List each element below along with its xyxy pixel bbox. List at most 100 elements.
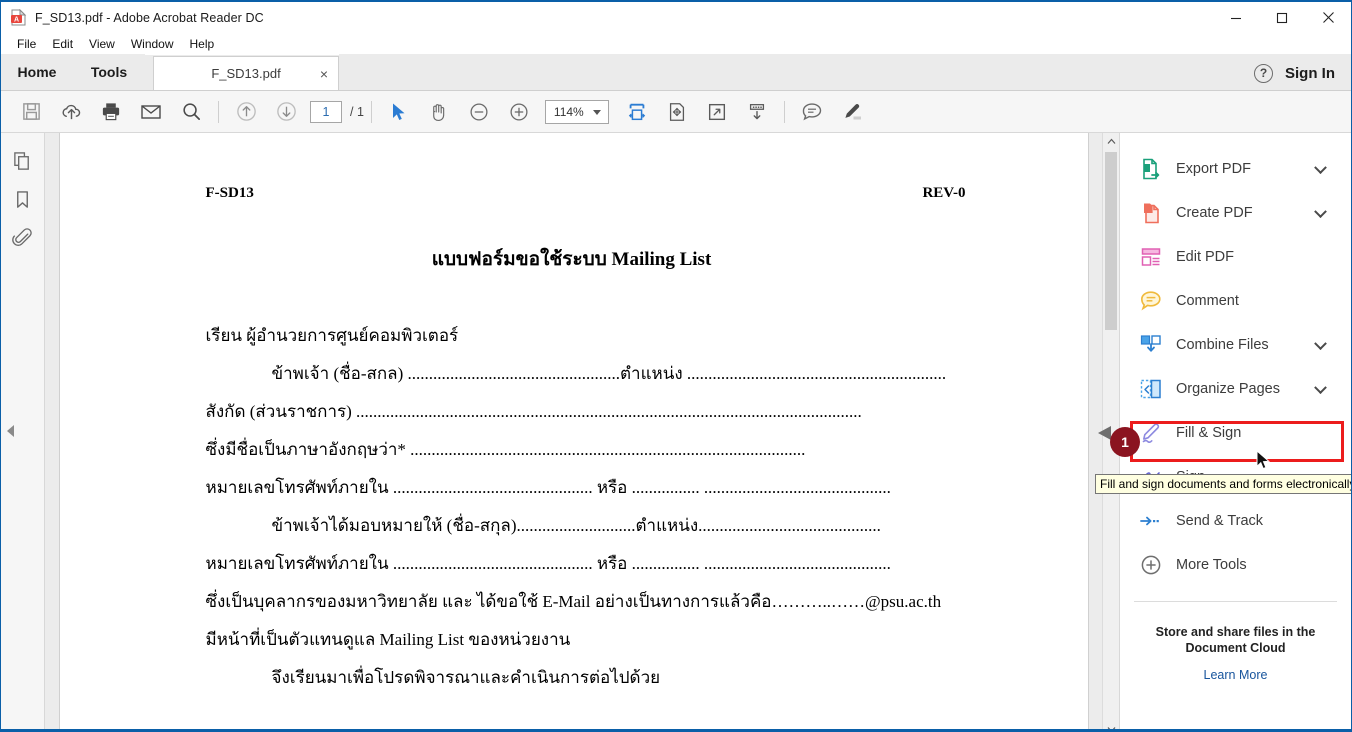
menu-help[interactable]: Help [182, 34, 223, 54]
mouse-cursor-icon [1256, 449, 1272, 477]
cloud-note-line-2: Document Cloud [1185, 641, 1286, 655]
main-toolbar: 1 / 1 114% [1, 91, 1351, 133]
chevron-down-icon[interactable] [1314, 161, 1327, 175]
page-number-input[interactable]: 1 [310, 100, 342, 123]
step-badge: 1 [1110, 427, 1140, 457]
page-thumbnails-icon[interactable] [8, 147, 38, 175]
toolbar-separator-3 [783, 100, 785, 123]
print-icon[interactable] [91, 94, 131, 130]
full-screen-icon[interactable] [697, 94, 737, 130]
tool-export-pdf[interactable]: Export PDF [1120, 147, 1351, 191]
window-controls [1213, 2, 1351, 33]
attachments-icon[interactable] [8, 223, 38, 251]
tool-label: Combine Files [1176, 337, 1269, 353]
pdf-file-icon: A [10, 8, 27, 26]
tooltip: Fill and sign documents and forms electr… [1095, 474, 1351, 494]
form-line: หมายเลขโทรศัพท์ภายใน ...................… [205, 478, 891, 497]
form-line: มีหน้าที่เป็นตัวแทนดูแล Mailing List ของ… [205, 630, 571, 649]
svg-text:A: A [14, 17, 19, 24]
tool-comment[interactable]: Comment [1120, 279, 1351, 323]
save-icon[interactable] [11, 94, 51, 130]
document-header-row: F-SD13 REV-0 [206, 185, 1028, 202]
tool-send-and-track[interactable]: Send & Track [1120, 499, 1351, 543]
upload-to-cloud-icon[interactable] [51, 94, 91, 130]
title-bar: A F_SD13.pdf - Adobe Acrobat Reader DC [1, 2, 1351, 33]
toolbar-separator-2 [370, 100, 372, 123]
tool-organize-pages[interactable]: Organize Pages [1120, 367, 1351, 411]
maximize-button[interactable] [1259, 2, 1305, 33]
tab-home[interactable]: Home [1, 54, 73, 90]
form-line: จึงเรียนมาเพื่อโปรดพิจารณาและคำเนินการต่… [271, 668, 661, 687]
document-view[interactable]: F-SD13 REV-0 แบบฟอร์มขอใช้ระบบ Mailing L… [45, 133, 1102, 729]
chevron-down-icon[interactable] [1314, 205, 1327, 219]
left-navigation-pane [1, 133, 45, 729]
menu-bar: File Edit View Window Help [1, 33, 1351, 55]
organize-pages-icon [1138, 376, 1164, 402]
hand-tool-icon[interactable] [419, 94, 459, 130]
menu-view[interactable]: View [81, 34, 123, 54]
document-salutation: เรียน ผู้อำนวยการศูนย์คอมพิวเตอร์ [205, 326, 459, 345]
select-cursor-icon[interactable] [379, 94, 419, 130]
tool-fill-and-sign[interactable]: Fill & Sign [1120, 411, 1351, 455]
menu-edit[interactable]: Edit [44, 34, 81, 54]
pdf-page: F-SD13 REV-0 แบบฟอร์มขอใช้ระบบ Mailing L… [59, 133, 1088, 729]
tool-edit-pdf[interactable]: Edit PDF [1120, 235, 1351, 279]
chevron-down-icon [592, 109, 601, 115]
search-icon[interactable] [171, 94, 211, 130]
tab-strip-filler [339, 54, 1351, 90]
tool-label: Create PDF [1176, 205, 1253, 221]
document-title: แบบฟอร์มขอใช้ระบบ Mailing List [431, 249, 712, 270]
menu-window[interactable]: Window [123, 34, 182, 54]
close-button[interactable] [1305, 2, 1351, 33]
tab-strip-right-actions: ? Sign In [1254, 55, 1351, 91]
form-line: ข้าพเจ้า (ชื่อ-สกล) ....................… [271, 364, 947, 383]
zoom-level-dropdown[interactable]: 114% [544, 99, 609, 124]
tool-label: Edit PDF [1176, 249, 1235, 265]
tool-more-tools[interactable]: More Tools [1120, 543, 1351, 587]
close-icon[interactable]: × [320, 67, 328, 81]
bookmarks-icon[interactable] [8, 185, 38, 213]
learn-more-link[interactable]: Learn More [1120, 668, 1351, 682]
document-cloud-note: Store and share files in the Document Cl… [1120, 624, 1351, 656]
scroll-mode-icon[interactable] [737, 94, 777, 130]
create-pdf-icon [1138, 200, 1164, 226]
tool-combine-files[interactable]: Combine Files [1120, 323, 1351, 367]
right-tools-panel: Export PDF Create PDF Edit PDF Comment C… [1119, 133, 1351, 729]
export-pdf-icon [1138, 156, 1164, 182]
chevron-down-icon[interactable] [1314, 381, 1327, 395]
zoom-in-icon[interactable] [499, 94, 539, 130]
zoom-level-value: 114% [553, 104, 584, 119]
highlighter-pen-icon[interactable] [832, 94, 872, 130]
zoom-out-icon[interactable] [459, 94, 499, 130]
fill-and-sign-icon [1138, 420, 1164, 446]
scroll-up-arrow-icon[interactable] [1103, 133, 1119, 150]
panel-divider [1134, 601, 1337, 602]
main-body: F-SD13 REV-0 แบบฟอร์มขอใช้ระบบ Mailing L… [1, 133, 1351, 729]
next-page-icon[interactable] [266, 94, 306, 130]
help-icon[interactable]: ? [1254, 63, 1273, 83]
tab-tools[interactable]: Tools [73, 54, 145, 90]
scroll-down-arrow-icon[interactable] [1103, 721, 1119, 729]
scrollbar-thumb[interactable] [1105, 152, 1117, 330]
comment-bubble-icon[interactable] [792, 94, 832, 130]
sign-in-button[interactable]: Sign In [1285, 65, 1335, 82]
edit-pdf-icon [1138, 244, 1164, 270]
tool-label: Organize Pages [1176, 381, 1280, 397]
document-tab[interactable]: F_SD13.pdf × [153, 56, 339, 90]
document-tab-label: F_SD13.pdf [211, 66, 281, 81]
tool-create-pdf[interactable]: Create PDF [1120, 191, 1351, 235]
combine-files-icon [1138, 332, 1164, 358]
fit-width-icon[interactable] [617, 94, 657, 130]
comment-icon [1138, 288, 1164, 314]
cloud-note-line-1: Store and share files in the [1155, 625, 1316, 639]
previous-page-icon[interactable] [226, 94, 266, 130]
send-and-track-icon [1138, 508, 1164, 534]
menu-file[interactable]: File [9, 34, 44, 54]
minimize-button[interactable] [1213, 2, 1259, 33]
chevron-down-icon[interactable] [1314, 337, 1327, 351]
fit-page-icon[interactable] [657, 94, 697, 130]
form-line: ซึ่งเป็นบุคลากรของมหาวิทยาลัย และ ได้ขอใ… [205, 592, 942, 611]
tool-label: More Tools [1176, 557, 1247, 573]
email-icon[interactable] [131, 94, 171, 130]
collapse-panel-arrow-icon[interactable] [7, 425, 14, 437]
